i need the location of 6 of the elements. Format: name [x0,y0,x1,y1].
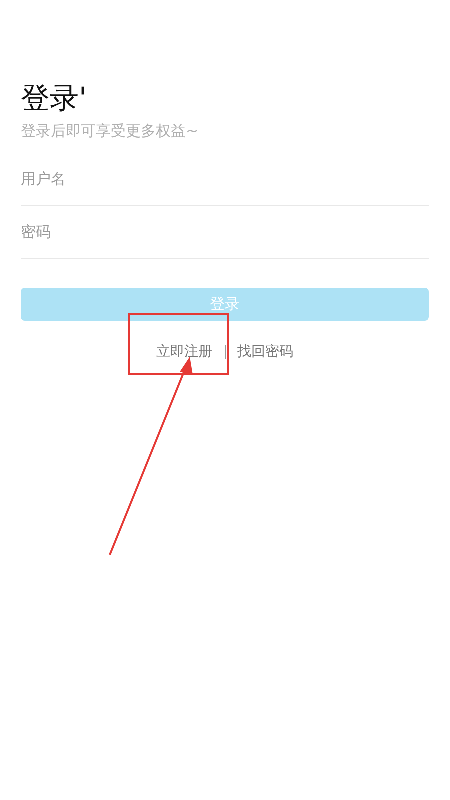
input-field[interactable]: 密码 [21,206,429,258]
page-title: 登录' [21,80,87,117]
input-field[interactable]: 用户名 [21,152,429,206]
register-link[interactable]: 立即注册 [156,342,212,360]
subtitle: 登录后即可享受更多权益~ [21,121,199,142]
recover-password-link[interactable]: 找回密码 [238,342,294,360]
